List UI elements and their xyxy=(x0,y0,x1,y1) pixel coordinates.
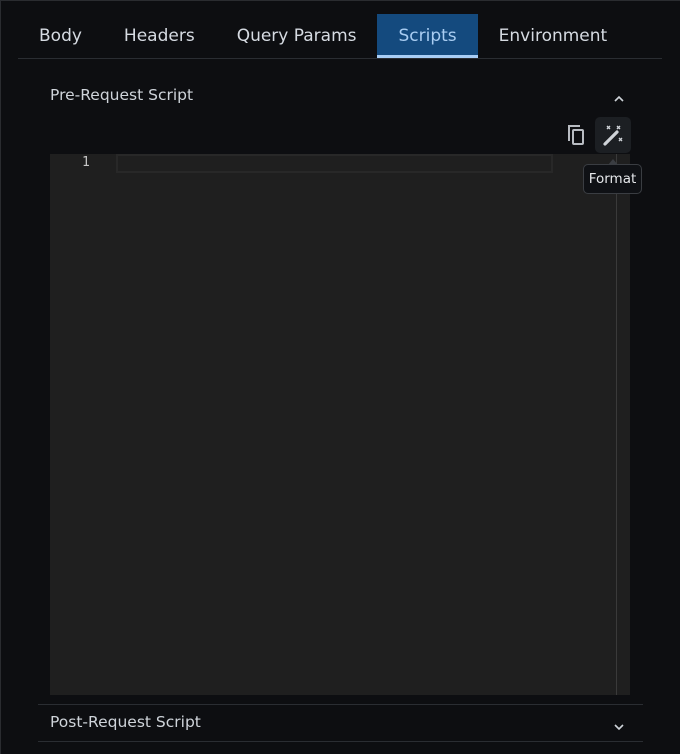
tab-query-params[interactable]: Query Params xyxy=(216,14,378,58)
active-line[interactable] xyxy=(116,154,553,173)
magic-wand-icon xyxy=(603,125,623,146)
tab-bar: Body Headers Query Params Scripts Enviro… xyxy=(18,14,662,59)
divider xyxy=(38,704,643,705)
copy-button[interactable] xyxy=(558,117,594,153)
pre-request-script-header[interactable]: Pre-Request Script xyxy=(50,86,193,104)
tab-scripts[interactable]: Scripts xyxy=(377,14,478,58)
post-request-script-header[interactable]: Post-Request Script xyxy=(50,713,201,731)
line-number: 1 xyxy=(82,155,90,170)
divider xyxy=(38,741,643,742)
editor-scrollbar[interactable] xyxy=(616,154,617,695)
chevron-up-icon[interactable] xyxy=(612,89,626,108)
chevron-down-icon[interactable] xyxy=(612,717,626,736)
tab-headers[interactable]: Headers xyxy=(103,14,216,58)
copy-icon xyxy=(568,125,584,145)
format-tooltip: Format xyxy=(583,159,642,194)
tab-body[interactable]: Body xyxy=(18,14,103,58)
pre-request-code-editor[interactable]: 1 xyxy=(50,154,630,695)
format-button[interactable] xyxy=(595,117,631,153)
tab-environment[interactable]: Environment xyxy=(478,14,629,58)
